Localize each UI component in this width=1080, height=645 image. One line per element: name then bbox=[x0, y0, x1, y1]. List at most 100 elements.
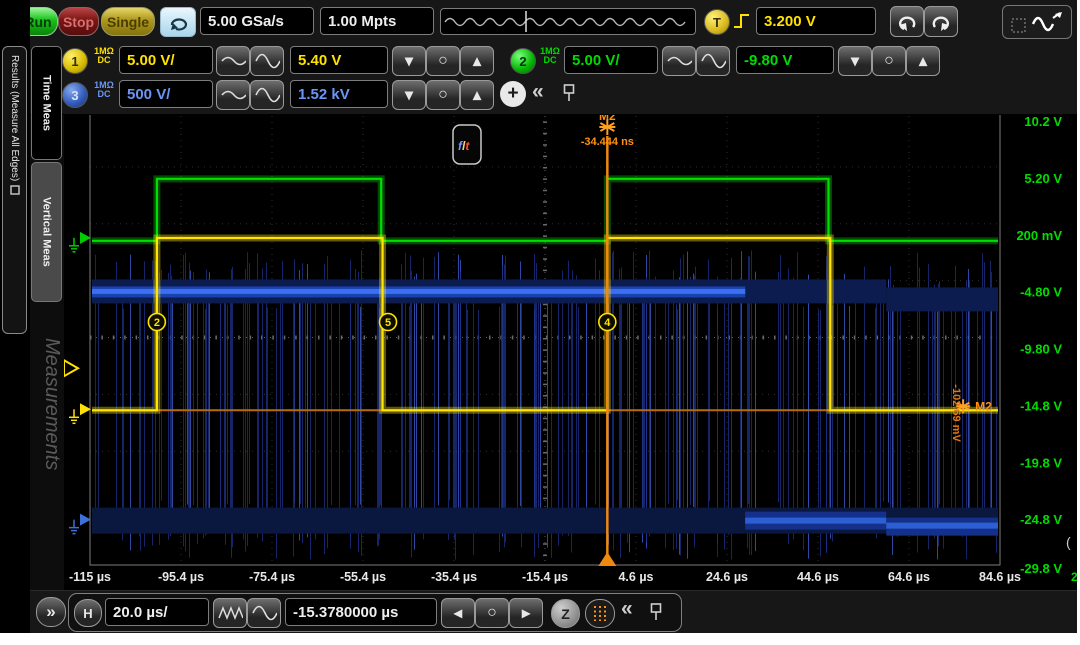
sample-rate-field[interactable]: 5.00 GSa/s bbox=[200, 7, 314, 35]
search-markers-button[interactable] bbox=[585, 599, 615, 628]
undo-button[interactable] bbox=[890, 6, 924, 37]
ch3-trace-low-step-core bbox=[886, 523, 998, 529]
channel3-offset-field[interactable]: 1.52 kV bbox=[290, 80, 388, 108]
down-arrow-icon: ▾ bbox=[405, 85, 413, 105]
acquire-mode-button[interactable] bbox=[160, 7, 196, 37]
delay-right-button[interactable]: ▸ bbox=[509, 598, 543, 628]
channel1-offset-down-button[interactable]: ▾ bbox=[392, 46, 426, 76]
ch3-upper-envelope-step bbox=[886, 287, 998, 311]
channel-bar: 1 1MΩ DC 5.00 V/ 5.40 V ▾ ○ ▴ 2 1MΩ DC 5… bbox=[30, 42, 1077, 115]
collapse-channel-bar-button[interactable]: « bbox=[532, 80, 544, 104]
y-axis-label: -4.80 V bbox=[1020, 285, 1062, 300]
channel2-badge[interactable]: 2 bbox=[510, 48, 536, 74]
tab-vertical-meas[interactable]: Vertical Meas bbox=[31, 162, 62, 302]
channel3-impedance[interactable]: 1MΩ DC bbox=[92, 81, 116, 99]
ch3-trace-low-core bbox=[745, 518, 886, 524]
channel1-offset-field[interactable]: 5.40 V bbox=[290, 46, 388, 74]
large-sine-icon bbox=[254, 86, 280, 104]
channel2-impedance[interactable]: 1MΩ DC bbox=[538, 47, 562, 65]
channel1-impedance[interactable]: 1MΩ DC bbox=[92, 47, 116, 65]
channel3-offset-down-button[interactable]: ▾ bbox=[392, 80, 426, 110]
tab-label: Time Meas bbox=[41, 75, 53, 131]
y-axis-label: -29.8 V bbox=[1020, 561, 1062, 576]
down-arrow-icon: ▾ bbox=[405, 51, 413, 71]
up-arrow-icon: ▴ bbox=[473, 51, 481, 71]
trigger-level-field[interactable]: 3.200 V bbox=[756, 7, 876, 35]
m2-level-label: M2 bbox=[975, 399, 992, 413]
ch3-ground-marker[interactable] bbox=[80, 514, 91, 526]
add-channel-button[interactable]: + bbox=[500, 81, 526, 107]
pin-icon[interactable] bbox=[649, 602, 663, 622]
delay-zero-button[interactable]: ○ bbox=[475, 598, 509, 628]
tab-label: Vertical Meas bbox=[41, 197, 53, 267]
circle-icon: ○ bbox=[438, 52, 448, 70]
ch1-ground-marker[interactable] bbox=[80, 403, 91, 415]
oscilloscope-screen: M2-34.444 nsM2-102.69 mV254fltT10.2 V5.2… bbox=[0, 0, 1077, 633]
channel2-offset-up-button[interactable]: ▴ bbox=[906, 46, 940, 76]
ch2-ground-marker[interactable] bbox=[80, 232, 91, 244]
y-axis-label: 10.2 V bbox=[1024, 114, 1062, 129]
touch-drag-button[interactable] bbox=[1002, 5, 1072, 39]
m2-time-readout: -34.444 ns bbox=[581, 136, 634, 148]
timebase-zoom-in-button[interactable] bbox=[247, 598, 281, 628]
side-panel-handle[interactable]: ( bbox=[1066, 534, 1071, 550]
channel1-scale-coarse-button[interactable] bbox=[250, 46, 284, 76]
measurements-watermark: Measurements bbox=[33, 338, 63, 588]
channel1-offset-up-button[interactable]: ▴ bbox=[460, 46, 494, 76]
y-axis-label: 5.20 V bbox=[1024, 171, 1062, 186]
channel1-badge[interactable]: 1 bbox=[62, 48, 88, 74]
trigger-source-badge[interactable]: T bbox=[704, 9, 730, 35]
rising-edge-icon[interactable] bbox=[732, 11, 752, 32]
channel2-scale-coarse-button[interactable] bbox=[696, 46, 730, 76]
m2-bottom-triangle[interactable] bbox=[598, 552, 616, 566]
large-sine-icon bbox=[700, 52, 726, 70]
x-axis-label: -95.4 µs bbox=[158, 570, 204, 584]
results-tab-label: Results (Measure All Edges) bbox=[9, 55, 20, 181]
stop-button[interactable]: Stop bbox=[58, 7, 99, 36]
channel1-offset-zero-button[interactable]: ○ bbox=[426, 46, 460, 76]
memory-depth-field[interactable]: 1.00 Mpts bbox=[320, 7, 434, 35]
collapse-timebase-button[interactable]: « bbox=[621, 597, 633, 621]
acquisition-preview[interactable] bbox=[440, 8, 696, 35]
wide-sine-icon bbox=[251, 604, 277, 622]
channel3-scale-field[interactable]: 500 V/ bbox=[119, 80, 213, 108]
channel2-offset-down-button[interactable]: ▾ bbox=[838, 46, 872, 76]
redo-button[interactable] bbox=[924, 6, 958, 37]
tab-time-meas[interactable]: Time Meas bbox=[31, 46, 62, 160]
x-axis-label: -115 µs bbox=[69, 570, 111, 584]
ch3-trace-high-core bbox=[92, 289, 745, 294]
channel3-badge[interactable]: 3 bbox=[62, 82, 88, 108]
undo-icon bbox=[896, 12, 918, 32]
channel2-offset-field[interactable]: -9.80 V bbox=[736, 46, 834, 74]
channel2-scale-fine-button[interactable] bbox=[662, 46, 696, 76]
zoom-mode-button[interactable]: Z bbox=[551, 599, 580, 628]
up-arrow-icon: ▴ bbox=[473, 85, 481, 105]
trigger-level-marker[interactable] bbox=[64, 360, 78, 376]
horizontal-badge[interactable]: H bbox=[74, 599, 102, 627]
delay-field[interactable]: -15.3780000 µs bbox=[285, 598, 437, 626]
channel3-scale-fine-button[interactable] bbox=[216, 80, 250, 110]
flt-badge-label: flt bbox=[458, 139, 470, 153]
x-axis-label: -15.4 µs bbox=[522, 570, 568, 584]
delay-left-button[interactable]: ◂ bbox=[441, 598, 475, 628]
timebase-zoom-out-button[interactable] bbox=[213, 598, 247, 628]
channel1-scale-fine-button[interactable] bbox=[216, 46, 250, 76]
timeline-waveform-icon bbox=[441, 9, 695, 34]
channel3-offset-zero-button[interactable]: ○ bbox=[426, 80, 460, 110]
small-sine-icon bbox=[666, 52, 692, 70]
single-button[interactable]: Single bbox=[101, 7, 155, 36]
results-tab[interactable]: Results (Measure All Edges) bbox=[2, 46, 27, 334]
channel3-offset-up-button[interactable]: ▴ bbox=[460, 80, 494, 110]
edge-marker-number: 5 bbox=[385, 317, 391, 329]
pin-icon[interactable] bbox=[562, 83, 576, 103]
channel3-scale-coarse-button[interactable] bbox=[250, 80, 284, 110]
channel2-scale-field[interactable]: 5.00 V/ bbox=[564, 46, 658, 74]
channel1-scale-field[interactable]: 5.00 V/ bbox=[119, 46, 213, 74]
timebase-field[interactable]: 20.0 µs/ bbox=[105, 598, 209, 626]
up-arrow-icon: ▴ bbox=[919, 51, 927, 71]
horizontal-bar: » H 20.0 µs/ -15.3780000 µs ◂ ○ ▸ Z bbox=[30, 590, 1077, 633]
large-sine-icon bbox=[254, 52, 280, 70]
y-axis-label: 200 mV bbox=[1016, 228, 1062, 243]
channel2-offset-zero-button[interactable]: ○ bbox=[872, 46, 906, 76]
expand-panel-button[interactable]: » bbox=[36, 597, 66, 627]
